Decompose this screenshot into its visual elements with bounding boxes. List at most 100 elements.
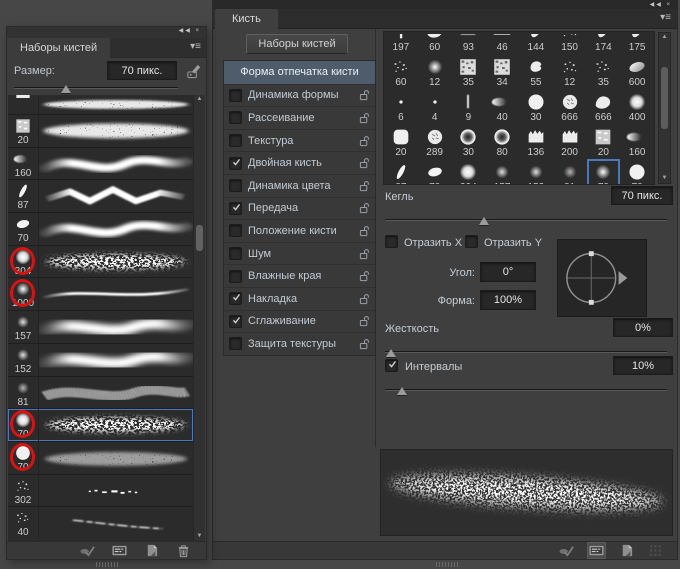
brush-tip-cell[interactable]: 394	[452, 159, 486, 185]
angle-arrow-icon[interactable]	[619, 271, 628, 285]
brush-preset-row[interactable]: 160	[8, 147, 193, 180]
brush-option-row[interactable]: Сглаживание	[224, 310, 375, 333]
brush-preset-row[interactable]: 152	[8, 343, 193, 376]
brush-tip-cell[interactable]: 144	[519, 32, 553, 54]
option-checkbox[interactable]	[229, 111, 242, 124]
option-checkbox[interactable]	[229, 89, 242, 102]
option-checkbox[interactable]	[229, 247, 242, 260]
brush-preset-row[interactable]: 70	[8, 441, 193, 474]
brush-preset-row[interactable]: 304	[8, 245, 193, 278]
brush-tip-cell[interactable]: 9	[452, 89, 486, 124]
tip-grid-scrollbar[interactable]: ▲ ▼	[658, 32, 671, 184]
brush-tip-cell[interactable]: 157	[485, 159, 519, 185]
brush-tip-cell[interactable]: 174	[587, 32, 621, 54]
brush-option-row[interactable]: Динамика цвета	[224, 174, 375, 197]
brush-preset-row[interactable]: 302	[8, 474, 193, 507]
brush-tip-cell[interactable]: 70	[418, 159, 452, 185]
lock-icon[interactable]	[359, 225, 370, 237]
left-panel-resize-grip[interactable]	[96, 562, 120, 567]
create-new-brush-icon[interactable]	[618, 543, 635, 558]
tab-brush-presets[interactable]: Наборы кистей	[7, 38, 110, 58]
option-checkbox[interactable]	[229, 202, 242, 215]
brush-tip-cell[interactable]: 81	[553, 159, 587, 185]
brush-tip-cell[interactable]: 87	[384, 159, 418, 185]
lock-icon[interactable]	[359, 270, 370, 282]
brush-option-row[interactable]: Форма отпечатка кисти	[224, 61, 375, 84]
brush-tip-cell[interactable]: 666	[587, 89, 621, 124]
brush-option-row[interactable]: Положение кисти	[224, 219, 375, 242]
lock-icon[interactable]	[359, 135, 370, 147]
lock-icon[interactable]	[359, 89, 370, 101]
lock-icon[interactable]	[359, 180, 370, 192]
brush-tip-cell[interactable]: 35	[452, 54, 486, 89]
scrollbar-thumb[interactable]	[661, 67, 668, 129]
collapse-panel-icon[interactable]: ◀◀	[179, 28, 192, 34]
brush-presets-button[interactable]: Наборы кистей	[246, 34, 348, 54]
brush-tip-cell[interactable]: 40	[485, 89, 519, 124]
panel-menu-icon[interactable]: ▾≡	[190, 41, 201, 52]
brush-preset-row[interactable]: 81	[8, 376, 193, 409]
brush-tip-cell[interactable]: 70	[620, 159, 654, 185]
brush-tip-cell[interactable]: 34	[485, 54, 519, 89]
brush-tip-cell[interactable]: 35	[587, 54, 621, 89]
roundness-handle-bottom[interactable]	[589, 300, 594, 305]
option-checkbox[interactable]	[229, 224, 242, 237]
angle-value-field[interactable]: 0°	[480, 262, 536, 282]
option-checkbox[interactable]	[229, 157, 242, 170]
brush-tip-cell[interactable]: 175	[620, 32, 654, 54]
lock-icon[interactable]	[359, 202, 370, 214]
brush-tip-cell[interactable]: 93	[452, 32, 486, 54]
option-checkbox[interactable]	[229, 270, 242, 283]
open-preset-manager-icon[interactable]	[588, 543, 605, 558]
scroll-up-icon[interactable]: ▲	[659, 33, 670, 42]
lock-icon[interactable]	[359, 248, 370, 260]
spacing-checkbox[interactable]	[385, 359, 398, 372]
presets-size-slider[interactable]	[14, 83, 178, 93]
brush-option-row[interactable]: Накладка	[224, 287, 375, 310]
brush-tip-cell[interactable]: 60	[384, 54, 418, 89]
brush-option-row[interactable]: Передача	[224, 197, 375, 220]
collapse-panel-icon[interactable]: ◀◀	[650, 2, 663, 8]
lock-icon[interactable]	[359, 338, 370, 350]
brush-tip-cell[interactable]: 200	[553, 124, 587, 159]
brush-tip-cell[interactable]: 150	[553, 32, 587, 54]
delete-brush-icon[interactable]	[175, 543, 192, 558]
slider-thumb[interactable]	[479, 217, 489, 225]
lock-icon[interactable]	[359, 112, 370, 124]
toggle-stroke-preview-icon[interactable]	[79, 543, 96, 558]
slider-thumb[interactable]	[397, 387, 407, 395]
lock-icon[interactable]	[359, 157, 370, 169]
brush-tip-cell[interactable]: 197	[384, 32, 418, 54]
slider-thumb[interactable]	[61, 85, 71, 93]
option-checkbox[interactable]	[229, 179, 242, 192]
spacing-slider[interactable]	[385, 385, 667, 395]
brush-tip-cell[interactable]: 289	[418, 124, 452, 159]
scroll-down-icon[interactable]: ▼	[659, 174, 670, 183]
brush-preset-row[interactable]: 87	[8, 179, 193, 212]
brush-preset-row[interactable]: 1000	[8, 277, 193, 310]
angle-roundness-control[interactable]	[557, 239, 647, 317]
size-value-field[interactable]: 70 пикс.	[611, 186, 673, 205]
brush-option-row[interactable]: Динамика формы	[224, 84, 375, 107]
brush-tip-cell[interactable]: 4	[418, 89, 452, 124]
brush-tip-cell[interactable]: 160	[620, 124, 654, 159]
option-checkbox[interactable]	[229, 315, 242, 328]
brush-tip-cell[interactable]: 20	[384, 124, 418, 159]
size-slider[interactable]	[385, 215, 667, 225]
brush-tip-cell[interactable]: 60	[418, 32, 452, 54]
open-preset-manager-icon[interactable]	[111, 543, 128, 558]
brush-tip-cell[interactable]: 6	[384, 89, 418, 124]
option-checkbox[interactable]	[229, 134, 242, 147]
brush-tip-cell[interactable]: 12	[418, 54, 452, 89]
brush-tip-cell[interactable]: 666	[553, 89, 587, 124]
lock-icon[interactable]	[359, 315, 370, 327]
brush-panel-resize-grip[interactable]	[436, 562, 460, 567]
brush-option-row[interactable]: Влажные края	[224, 264, 375, 287]
brush-tip-cell[interactable]: 46	[485, 32, 519, 54]
brush-tip-cell[interactable]: 30	[452, 124, 486, 159]
create-new-brush-icon[interactable]	[143, 543, 160, 558]
hardness-value-field[interactable]: 0%	[613, 318, 673, 337]
tab-brush[interactable]: Кисть	[215, 9, 278, 29]
brush-preset-row[interactable]: 157	[8, 310, 193, 343]
close-panel-icon[interactable]: ×	[195, 28, 201, 34]
